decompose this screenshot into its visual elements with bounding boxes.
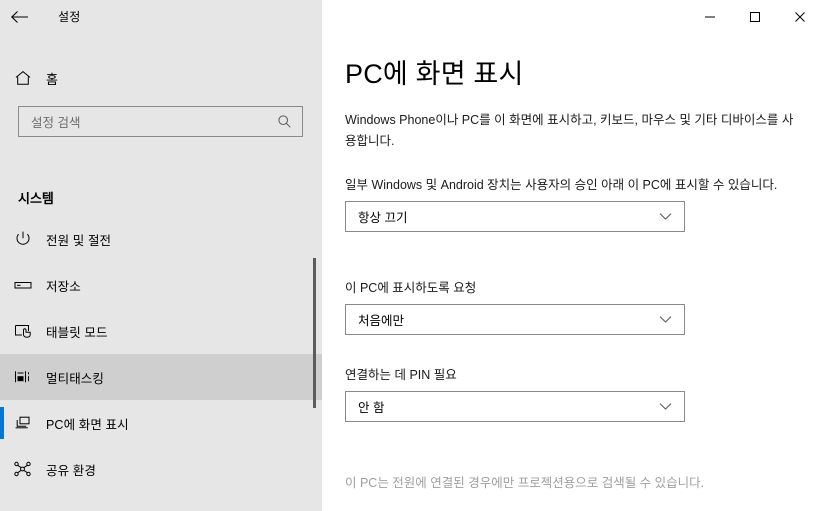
sidebar-item-power-sleep[interactable]: 전원 및 절전 (0, 216, 322, 262)
multitasking-icon (0, 368, 46, 386)
title-bar: 설정 (0, 0, 822, 33)
sidebar-item-label: PC에 화면 표시 (46, 417, 129, 432)
sidebar-item-label: 전원 및 절전 (46, 233, 112, 248)
minimize-icon (704, 16, 715, 17)
sidebar-item-projecting-to-this-pc[interactable]: PC에 화면 표시 (0, 400, 322, 446)
sidebar-nav-list: 전원 및 절전 저장소 태블릿 모드 멀티태스킹 PC에 화면 표시 공유 환경 (0, 216, 322, 492)
sidebar-scrollbar-thumb[interactable] (313, 258, 316, 408)
title-bar-left: 설정 (0, 0, 322, 33)
sidebar: 홈 설정 검색 시스템 전원 및 절전 저장소 태블릿 모드 멀티태스킹 PC에… (0, 33, 322, 511)
sidebar-item-label: 공유 환경 (46, 463, 96, 478)
sidebar-item-home[interactable]: 홈 (0, 58, 322, 98)
require-pin-dropdown[interactable]: 안 함 (345, 391, 685, 422)
home-label: 홈 (46, 71, 58, 87)
search-placeholder: 설정 검색 (31, 116, 81, 130)
main-content: PC에 화면 표시 Windows Phone이나 PC를 이 화면에 표시하고… (322, 33, 822, 511)
visibility-dropdown[interactable]: 항상 끄기 (345, 201, 685, 232)
setting-group-ask-to-project: 이 PC에 표시하도록 요청 처음에만 (345, 278, 798, 335)
close-button[interactable] (777, 1, 822, 32)
power-icon (0, 230, 46, 248)
setting-label: 연결하는 데 PIN 필요 (345, 368, 457, 382)
back-button[interactable] (0, 1, 40, 32)
storage-icon (0, 276, 46, 294)
sidebar-item-label: 태블릿 모드 (46, 325, 108, 340)
setting-group-require-pin: 연결하는 데 PIN 필요 안 함 (345, 365, 798, 422)
ask-to-project-dropdown[interactable]: 처음에만 (345, 304, 685, 335)
app-title: 설정 (58, 10, 81, 24)
chevron-down-icon (659, 212, 672, 221)
sidebar-item-label: 저장소 (46, 279, 81, 294)
sidebar-item-storage[interactable]: 저장소 (0, 262, 322, 308)
dropdown-value: 항상 끄기 (358, 211, 408, 225)
setting-label: 일부 Windows 및 Android 장치는 사용자의 승인 아래 이 PC… (345, 178, 778, 192)
shared-experiences-icon (0, 460, 46, 478)
sidebar-item-multitasking[interactable]: 멀티태스킹 (0, 354, 322, 400)
setting-group-visibility: 일부 Windows 및 Android 장치는 사용자의 승인 아래 이 PC… (345, 175, 798, 232)
page-title: PC에 화면 표시 (345, 59, 524, 89)
dropdown-value: 안 함 (358, 401, 385, 415)
maximize-icon (749, 11, 760, 22)
project-icon (0, 414, 46, 432)
chevron-down-icon (659, 315, 672, 324)
tablet-mode-icon (0, 322, 46, 340)
search-icon (277, 114, 292, 129)
power-requirement-note: 이 PC는 전원에 연결된 경우에만 프로젝션용으로 검색될 수 있습니다. (345, 476, 705, 490)
maximize-button[interactable] (732, 1, 777, 32)
search-input[interactable]: 설정 검색 (18, 106, 303, 137)
window-controls (322, 0, 822, 33)
page-description: Windows Phone이나 PC를 이 화면에 표시하고, 키보드, 마우스… (345, 113, 794, 148)
home-icon (0, 69, 46, 87)
setting-label: 이 PC에 표시하도록 요청 (345, 281, 477, 295)
dropdown-value: 처음에만 (358, 314, 405, 328)
chevron-down-icon (659, 402, 672, 411)
close-icon (794, 11, 805, 22)
sidebar-item-shared-experiences[interactable]: 공유 환경 (0, 446, 322, 492)
sidebar-item-label: 멀티태스킹 (46, 371, 105, 386)
sidebar-section-title: 시스템 (18, 191, 54, 206)
minimize-button[interactable] (687, 1, 732, 32)
back-arrow-icon (11, 10, 28, 23)
sidebar-item-tablet-mode[interactable]: 태블릿 모드 (0, 308, 322, 354)
settings-window: 설정 홈 설정 검색 시스템 전원 및 절전 저장소 태블릿 모드 멀티태스킹 … (0, 0, 822, 511)
